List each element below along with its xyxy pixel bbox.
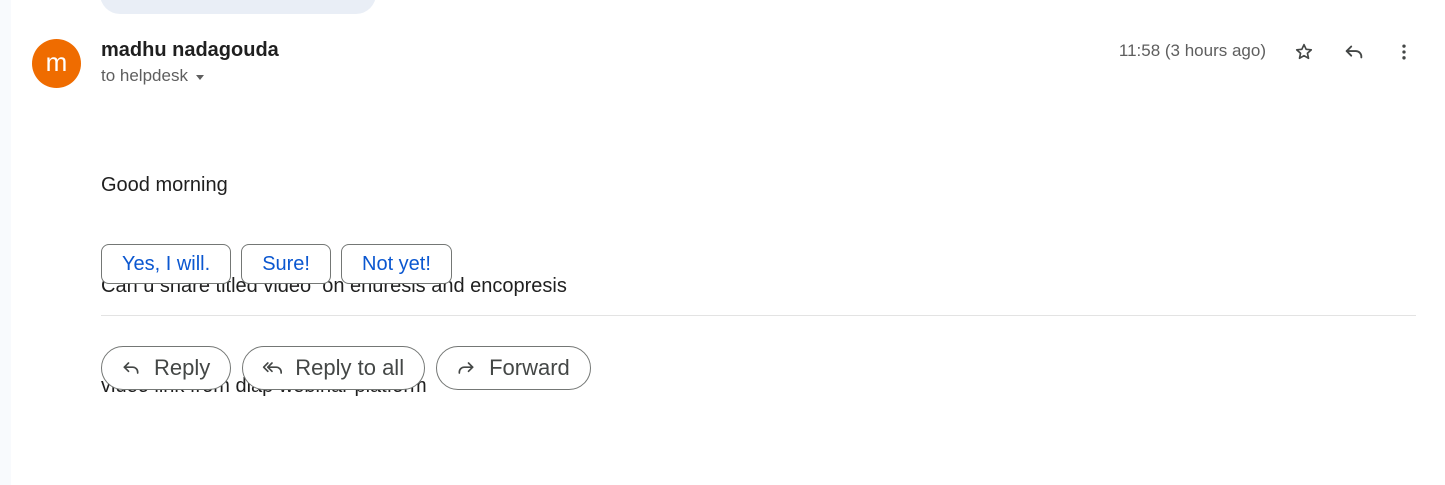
message-body: Good morning Can u share titled video on… xyxy=(101,102,567,471)
message-timestamp: 11:58 (3 hours ago) xyxy=(1118,41,1266,60)
reply-all-icon xyxy=(261,357,283,379)
reply-all-label: Reply to all xyxy=(295,355,405,380)
left-gutter xyxy=(0,0,11,485)
more-options-button[interactable] xyxy=(1390,38,1418,66)
caret-down-icon[interactable] xyxy=(195,74,204,80)
reply-label: Reply xyxy=(154,355,211,380)
collapsed-message-pill[interactable] xyxy=(100,0,376,14)
forward-button[interactable]: Forward xyxy=(436,346,591,390)
message-actions: Reply Reply to all Forward xyxy=(101,346,591,390)
sender-name[interactable]: madhu nadagouda xyxy=(101,39,279,62)
forward-label: Forward xyxy=(489,355,570,380)
divider xyxy=(101,315,1416,316)
forward-icon xyxy=(455,357,477,379)
smart-reply-suggestions: Yes, I will. Sure! Not yet! xyxy=(101,244,452,284)
reply-icon xyxy=(1345,45,1363,59)
recipient-details-toggle[interactable]: to helpdesk xyxy=(101,66,204,86)
recipient-label: to helpdesk xyxy=(101,66,188,85)
smart-reply-sure[interactable]: Sure! xyxy=(241,244,331,284)
sender-avatar[interactable]: m xyxy=(32,39,81,88)
smart-reply-yes-i-will[interactable]: Yes, I will. xyxy=(101,244,232,284)
smart-reply-not-yet[interactable]: Not yet! xyxy=(341,244,452,284)
star-button[interactable] xyxy=(1290,38,1318,66)
more-vertical-icon xyxy=(1402,44,1406,60)
reply-button-header[interactable] xyxy=(1340,38,1368,66)
reply-icon xyxy=(120,357,142,379)
star-icon xyxy=(1295,43,1313,60)
body-line: Good morning xyxy=(101,174,228,196)
reply-button[interactable]: Reply xyxy=(101,346,232,390)
reply-all-button[interactable]: Reply to all xyxy=(242,346,426,390)
email-message-view: m madhu nadagouda to helpdesk 11:58 (3 h… xyxy=(0,0,1445,485)
